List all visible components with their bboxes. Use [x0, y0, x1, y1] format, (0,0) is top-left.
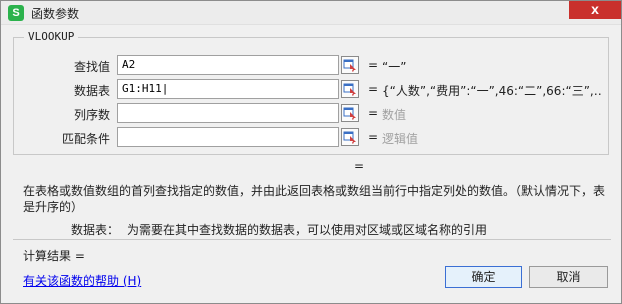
arg-label: 匹配条件 — [61, 132, 110, 146]
divider — [13, 239, 611, 240]
range-picker-icon — [343, 107, 356, 120]
col-index-input[interactable] — [117, 103, 339, 123]
equals-sign: = — [368, 82, 379, 96]
close-button[interactable]: x — [569, 1, 621, 19]
function-description: 在表格或数值数组的首列查找指定的数值，并由此返回表格或数组当前行中指定列处的数值… — [23, 184, 606, 214]
wps-logo-icon: S — [8, 5, 24, 21]
arg-row-lookup-value: 查找值 A2 = “一” — [14, 55, 610, 75]
range-select-button[interactable] — [341, 104, 359, 122]
range-select-button[interactable] — [341, 128, 359, 146]
equals-sign: = — [368, 58, 379, 72]
table-array-input[interactable]: G1:H11| — [117, 79, 339, 99]
help-link[interactable]: 有关该函数的帮助 (H) — [23, 272, 141, 289]
title-bar: S 函数参数 x — [1, 1, 621, 25]
equals-sign: = — [368, 106, 379, 120]
window-title: 函数参数 — [31, 7, 80, 21]
range-select-button[interactable] — [341, 80, 359, 98]
calc-result: 计算结果 = — [23, 249, 85, 263]
range-picker-icon — [343, 59, 356, 72]
equals-sign: = — [368, 130, 379, 144]
function-arguments-dialog: S 函数参数 x VLOOKUP 查找值 A2 = “一” 数据表 G1:H11… — [0, 0, 622, 304]
arg-result: “一” — [382, 60, 407, 74]
argument-name: 数据表： — [70, 223, 119, 237]
argument-description: 数据表： 为需要在其中查找数据的数据表，可以使用对区域或区域名称的引用 — [23, 221, 613, 238]
arg-label: 数据表 — [73, 84, 110, 98]
formula-result: = — [354, 159, 365, 173]
arg-row-col-index: 列序数 = 数值 — [14, 103, 610, 123]
ok-button[interactable]: 确定 — [445, 266, 522, 288]
range-picker-icon — [343, 83, 356, 96]
argument-help-text: 为需要在其中查找数据的数据表，可以使用对区域或区域名称的引用 — [127, 223, 488, 237]
range-picker-icon — [343, 131, 356, 144]
arg-result: {“人数”,“费用”:“一”,46:“二”,66:“三”,… — [382, 84, 602, 98]
range-lookup-input[interactable] — [117, 127, 339, 147]
arg-row-range-lookup: 匹配条件 = 逻辑值 — [14, 127, 610, 147]
arg-type-hint: 数值 — [382, 108, 407, 122]
lookup-value-input[interactable]: A2 — [117, 55, 339, 75]
arg-type-hint: 逻辑值 — [382, 132, 419, 146]
arg-label: 列序数 — [73, 108, 110, 122]
arg-row-table-array: 数据表 G1:H11| = {“人数”,“费用”:“一”,46:“二”,66:“… — [14, 79, 610, 99]
arg-label: 查找值 — [73, 60, 110, 74]
cancel-button[interactable]: 取消 — [529, 266, 608, 288]
function-name: VLOOKUP — [24, 30, 79, 43]
arguments-group: VLOOKUP 查找值 A2 = “一” 数据表 G1:H11| = {“人数”… — [13, 30, 610, 155]
range-select-button[interactable] — [341, 56, 359, 74]
